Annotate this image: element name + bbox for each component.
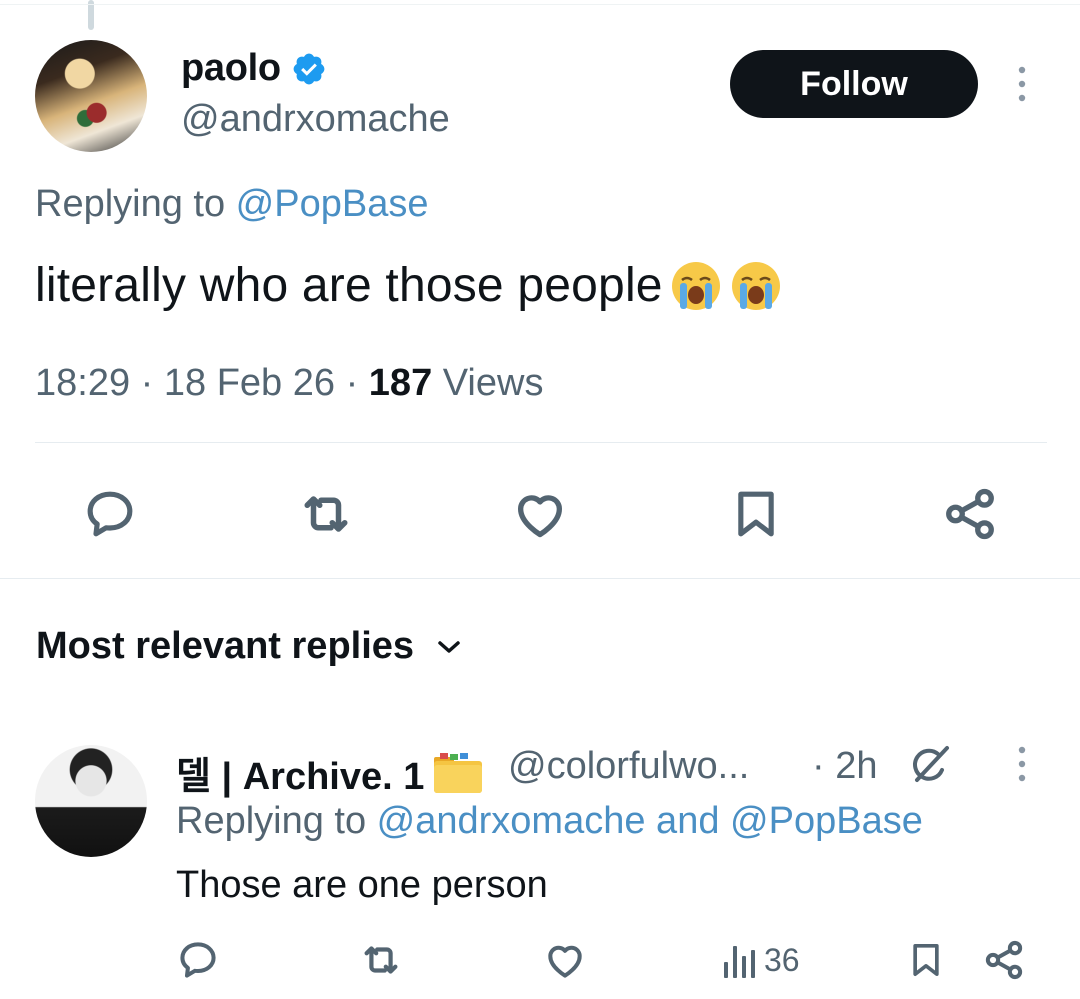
views-label: Views <box>442 362 544 404</box>
reply-display-name[interactable]: 델 | Archive. 1 <box>176 745 424 800</box>
reply-share-button[interactable] <box>982 938 1026 982</box>
author-display-name[interactable]: paolo <box>181 47 281 90</box>
follow-button[interactable]: Follow <box>730 50 978 118</box>
loudly-crying-face-emoji <box>731 261 780 310</box>
heart-icon <box>548 945 582 978</box>
author-avatar[interactable] <box>35 40 147 152</box>
more-vertical-icon[interactable] <box>1010 744 1034 784</box>
reply-like-button[interactable] <box>543 938 587 982</box>
replying-mention-link[interactable]: @PopBase <box>236 183 429 225</box>
retweet-icon <box>304 496 348 532</box>
reply-views-button[interactable]: 36 <box>722 938 800 982</box>
comment-bubble-icon <box>87 491 133 537</box>
heart-icon <box>518 495 562 538</box>
tweet-date[interactable]: 18 Feb 26 <box>164 362 335 404</box>
loudly-crying-face-emoji <box>671 261 720 310</box>
reply-bookmark-button[interactable] <box>906 938 946 982</box>
views-count: 187 <box>368 362 433 404</box>
verified-badge-icon <box>293 53 325 84</box>
tweet-time[interactable]: 18:29 <box>35 362 130 404</box>
chevron-down-icon <box>438 640 460 653</box>
replying-mention-link[interactable]: @PopBase <box>730 800 923 842</box>
divider <box>35 442 1047 443</box>
replying-prefix: Replying to <box>35 183 236 225</box>
reply-reply-button[interactable] <box>176 938 220 982</box>
author-handle[interactable]: @andrxomache <box>181 98 450 141</box>
reply-author-handle[interactable]: @colorfulwo... <box>508 745 749 788</box>
grok-icon[interactable] <box>905 740 955 790</box>
share-button[interactable] <box>940 484 1000 544</box>
sort-label: Most relevant replies <box>36 625 415 667</box>
retweet-button[interactable] <box>296 484 356 544</box>
folder-emoji <box>434 752 483 793</box>
share-icon <box>946 488 994 540</box>
more-vertical-icon[interactable] <box>1010 64 1034 104</box>
replying-to-line: Replying to @PopBase <box>35 183 428 226</box>
section-divider <box>0 578 1080 579</box>
reply-button[interactable] <box>80 484 140 544</box>
replies-sort-dropdown[interactable]: Most relevant replies <box>36 625 462 668</box>
bookmark-button[interactable] <box>726 484 786 544</box>
retweet-icon <box>364 946 398 974</box>
bookmark-icon <box>738 491 774 537</box>
reply-retweet-button[interactable] <box>358 938 404 982</box>
replying-mention-link[interactable]: @andrxomache <box>377 800 646 842</box>
views-bar-icon <box>724 946 755 978</box>
reply-time[interactable]: · 2h <box>812 745 877 788</box>
meta-separator: · <box>140 362 154 404</box>
tweet-text: literally who are those people <box>35 259 663 312</box>
share-icon <box>985 940 1023 980</box>
reply-author-name[interactable]: 델 | Archive. 1 <box>176 745 484 800</box>
reply-author-avatar[interactable] <box>35 745 147 857</box>
author-name[interactable]: paolo <box>181 47 327 90</box>
top-divider <box>0 4 1080 5</box>
like-button[interactable] <box>510 484 570 544</box>
meta-separator: · <box>345 362 359 404</box>
replying-prefix: Replying to <box>176 800 377 842</box>
reply-views-count: 36 <box>764 941 800 978</box>
reply-text: Those are one person <box>176 864 548 906</box>
replying-and-text: and <box>645 800 731 842</box>
tweet-body: literally who are those people <box>35 258 783 313</box>
tweet-meta: 18:29 · 18 Feb 26 · 187 Views <box>35 362 543 405</box>
bookmark-icon <box>913 944 939 976</box>
comment-bubble-icon <box>180 942 216 978</box>
reply-replying-to-line: Replying to @andrxomache and @PopBase <box>176 800 923 843</box>
